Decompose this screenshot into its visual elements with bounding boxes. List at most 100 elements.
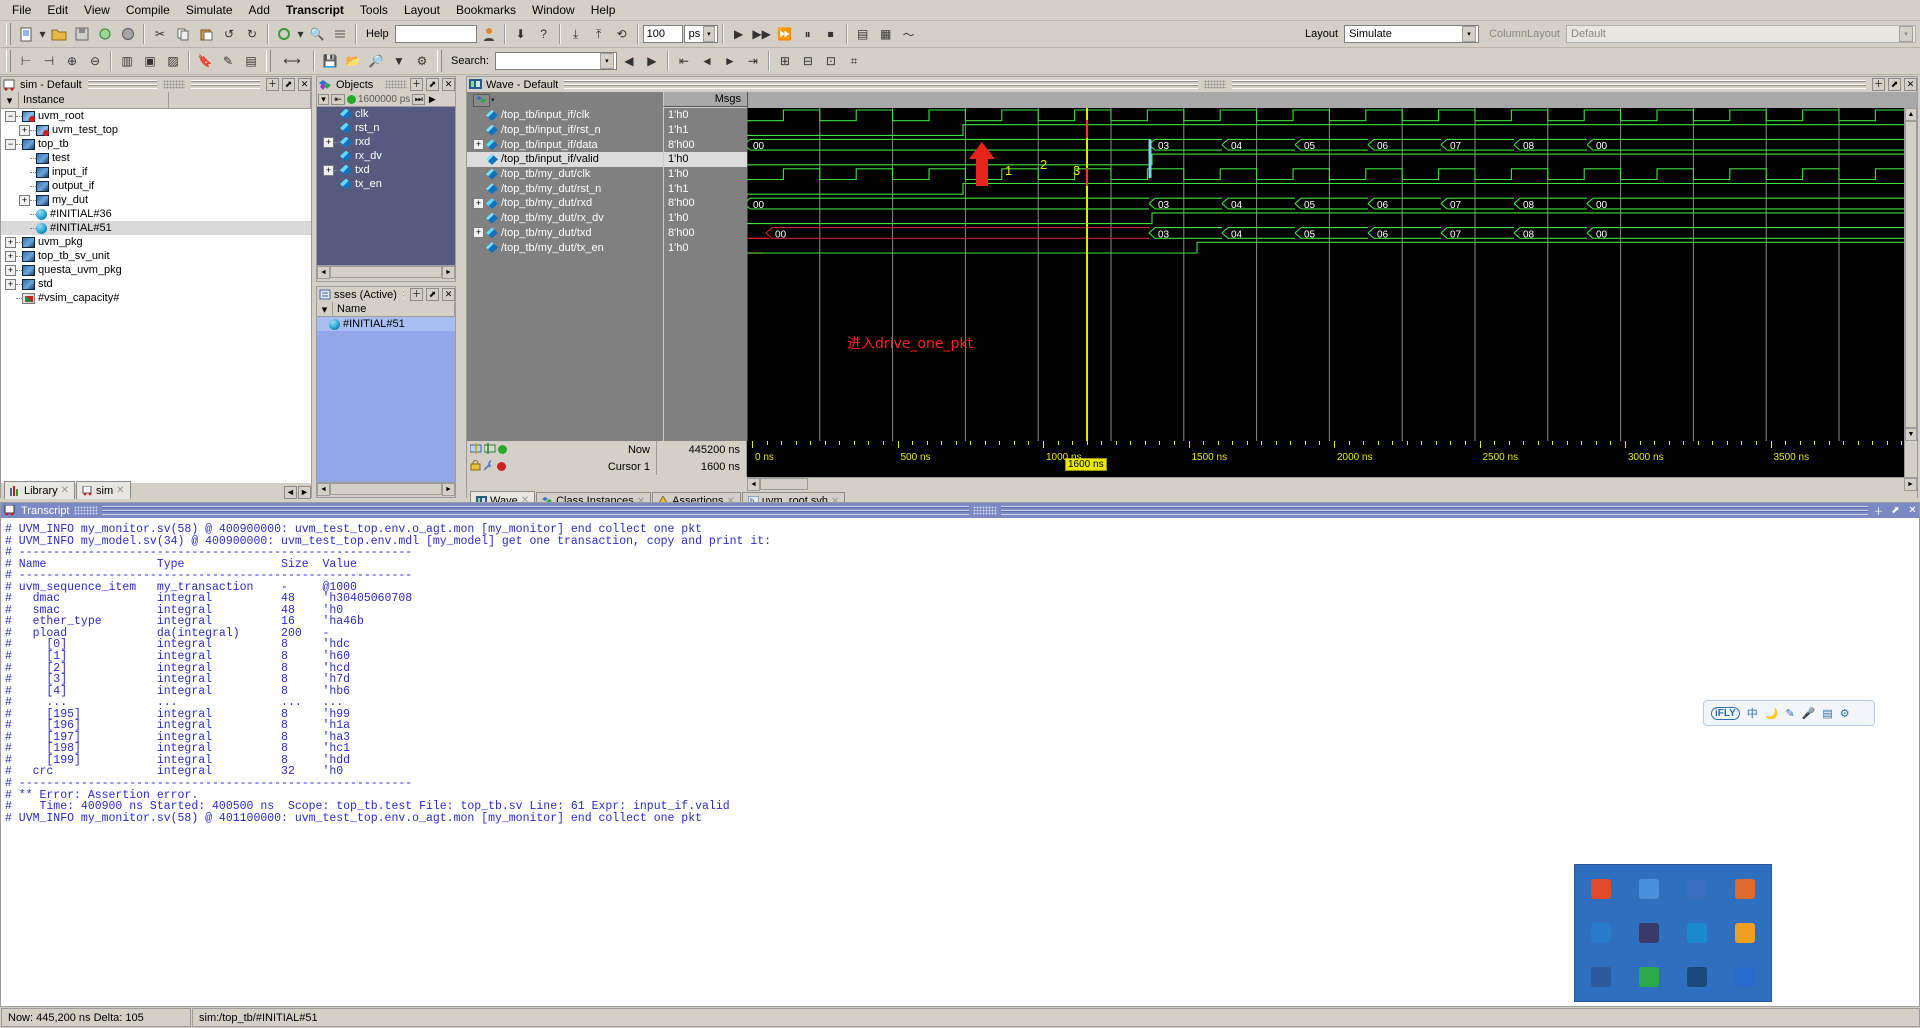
search-prev-icon[interactable]: ◀ bbox=[618, 50, 640, 72]
processes-list[interactable]: #INITIAL#51 bbox=[317, 317, 455, 482]
processes-list-item[interactable]: #INITIAL#51 bbox=[317, 317, 455, 331]
processes-hscrollbar[interactable]: ◄ ► bbox=[317, 482, 455, 495]
tab-sim-close-icon[interactable]: ✕ bbox=[116, 485, 124, 496]
wave-time-ruler[interactable]: 1600 ns 0 ns500 ns1000 ns1500 ns2000 ns2… bbox=[747, 441, 1904, 477]
sim-tree-item[interactable]: input_if bbox=[1, 165, 311, 179]
annotate-icon[interactable]: ✎ bbox=[217, 50, 239, 72]
objects-panel-float-icon[interactable]: ⬈ bbox=[426, 78, 439, 91]
insert-icon[interactable]: ▣ bbox=[139, 50, 161, 72]
simulate-icon[interactable] bbox=[273, 23, 295, 45]
menu-item-layout[interactable]: Layout bbox=[396, 1, 448, 19]
transcript-dock-icon[interactable]: ＋ bbox=[1872, 504, 1885, 517]
wave-cursor-icon[interactable]: ⊢ bbox=[15, 50, 37, 72]
help-input[interactable] bbox=[395, 25, 477, 43]
open-folder-icon[interactable] bbox=[48, 23, 70, 45]
download-icon[interactable]: ⬇ bbox=[510, 23, 532, 45]
save-icon[interactable] bbox=[71, 23, 93, 45]
objects-hscroll-left-icon[interactable]: ◄ bbox=[317, 266, 330, 279]
objects-play-icon[interactable]: ▶ bbox=[427, 94, 437, 105]
wave-vscroll-down-icon[interactable]: ▼ bbox=[1905, 428, 1917, 441]
menu-item-help[interactable]: Help bbox=[583, 1, 624, 19]
transcript-close-icon[interactable]: ✕ bbox=[1906, 504, 1919, 517]
tree-twisty-plus-icon[interactable]: + bbox=[5, 265, 16, 276]
sim-column-extra[interactable] bbox=[169, 92, 311, 108]
menu-item-add[interactable]: Add bbox=[241, 1, 278, 19]
objects-list-item[interactable]: +txd bbox=[317, 163, 455, 177]
objects-hscrollbar[interactable]: ◄ ► bbox=[317, 265, 455, 278]
wave-twisty-plus-icon[interactable]: + bbox=[473, 227, 484, 238]
wave-signal-names[interactable]: /top_tb/input_if/clk/top_tb/input_if/rst… bbox=[467, 108, 663, 441]
cursor-lock-indicator-icon[interactable] bbox=[498, 445, 507, 454]
redo-icon[interactable]: ↻ bbox=[241, 23, 263, 45]
objects-goto-icon[interactable]: ⇤ bbox=[331, 94, 345, 105]
wrench-icon[interactable] bbox=[483, 460, 495, 474]
step-over-icon[interactable]: ⤒ bbox=[588, 23, 610, 45]
help-person-icon[interactable] bbox=[478, 23, 500, 45]
menu-item-bookmarks[interactable]: Bookmarks bbox=[448, 1, 524, 19]
tree-twisty-plus-icon[interactable]: + bbox=[5, 279, 16, 290]
sim-tree-item[interactable]: +top_tb_sv_unit bbox=[1, 249, 311, 263]
objects-next-icon[interactable]: ⏭ bbox=[412, 94, 425, 105]
sim-tree-item[interactable]: #INITIAL#36 bbox=[1, 207, 311, 221]
simulate-dropdown-icon[interactable]: ▾ bbox=[296, 23, 305, 45]
sim-panel-dock-icon[interactable]: ＋ bbox=[266, 78, 279, 91]
objects-list-item[interactable]: rst_n bbox=[317, 121, 455, 135]
objects-hscroll-right-icon[interactable]: ► bbox=[442, 266, 455, 279]
sim-instance-tree[interactable]: −uvm_root+uvm_test_top−top_tbtestinput_i… bbox=[1, 109, 311, 483]
objects-signal-list[interactable]: clkrst_n+rxdrx_dv+txdtx_en bbox=[317, 107, 455, 265]
grid-icon[interactable]: ▥ bbox=[116, 50, 138, 72]
tree-twisty-minus-icon[interactable]: − bbox=[5, 111, 16, 122]
wave-vscroll-thumb[interactable] bbox=[1905, 121, 1917, 428]
wave-panel-float-icon[interactable]: ⬈ bbox=[1888, 78, 1901, 91]
objects-panel-close-icon[interactable]: ✕ bbox=[442, 78, 455, 91]
tree-twisty-minus-icon[interactable]: − bbox=[5, 139, 16, 150]
search-next-icon[interactable]: ▶ bbox=[641, 50, 663, 72]
objects-panel-dots[interactable] bbox=[385, 80, 407, 89]
report-icon[interactable]: ▤ bbox=[240, 50, 262, 72]
wave-signal-row[interactable]: /top_tb/my_dut/rx_dv bbox=[467, 211, 663, 226]
objects-list-item[interactable]: clk bbox=[317, 107, 455, 121]
columnlayout-combo[interactable]: Default ▾ bbox=[1566, 25, 1916, 43]
sim-tree-item[interactable]: +questa_uvm_pkg bbox=[1, 263, 311, 277]
new-file-icon[interactable] bbox=[15, 23, 37, 45]
wave-signal-row[interactable]: /top_tb/my_dut/clk bbox=[467, 167, 663, 182]
menu-item-window[interactable]: Window bbox=[524, 1, 583, 19]
paste-icon[interactable] bbox=[195, 23, 217, 45]
sim-tree-item[interactable]: output_if bbox=[1, 179, 311, 193]
continue-icon[interactable]: ⏩ bbox=[774, 23, 796, 45]
transcript-float-icon[interactable]: ⬈ bbox=[1889, 504, 1902, 517]
list-icon[interactable] bbox=[329, 23, 351, 45]
sim-tree-item[interactable]: +uvm_pkg bbox=[1, 235, 311, 249]
stop-icon[interactable]: ⏹ bbox=[820, 23, 842, 45]
search-combo[interactable]: ▾ bbox=[495, 52, 617, 70]
wave-signal-row[interactable]: +/top_tb/my_dut/rxd bbox=[467, 196, 663, 211]
launcher-app-icon[interactable] bbox=[1626, 868, 1672, 910]
transcript-dots-2[interactable] bbox=[973, 506, 997, 515]
launcher-app-icon[interactable] bbox=[1626, 912, 1672, 954]
transcript-grip-2[interactable] bbox=[1001, 506, 1868, 515]
wave-objects-chevron-icon[interactable]: ▾ bbox=[491, 96, 495, 104]
processes-panel-grip[interactable] bbox=[403, 290, 404, 299]
moon-icon[interactable]: 🌙 bbox=[1765, 707, 1779, 720]
wave-hscroll-thumb[interactable] bbox=[760, 478, 808, 490]
sim-tree-item[interactable]: test bbox=[1, 151, 311, 165]
sim-tab-scroll-right-icon[interactable]: ► bbox=[298, 486, 311, 499]
sim-panel-grip-2[interactable] bbox=[191, 80, 260, 89]
objects-list-item[interactable]: tx_en bbox=[317, 177, 455, 191]
objects-filter-icon[interactable]: ▾ bbox=[318, 94, 329, 105]
cursor-first-icon[interactable]: ⇤ bbox=[673, 50, 695, 72]
tree-twisty-plus-icon[interactable]: + bbox=[19, 195, 30, 206]
processes-sort-icon[interactable]: ▾ bbox=[317, 302, 333, 316]
menu-item-view[interactable]: View bbox=[76, 1, 118, 19]
layout-combo[interactable]: Simulate ▾ bbox=[1344, 25, 1479, 43]
ime-lang-toggle[interactable]: 中 bbox=[1747, 705, 1758, 721]
wave-vscroll-up-icon[interactable]: ▲ bbox=[1905, 108, 1917, 121]
objects-twisty-plus-icon[interactable]: + bbox=[323, 137, 334, 148]
break-icon[interactable]: ⏸ bbox=[797, 23, 819, 45]
toolbar-grip-3[interactable] bbox=[266, 50, 271, 72]
question-icon[interactable]: ? bbox=[533, 23, 555, 45]
wave-collapse-icon[interactable]: ⊖ bbox=[84, 50, 106, 72]
mic-icon[interactable]: 🎤 bbox=[1802, 707, 1816, 720]
wave-canvas[interactable]: 0003040506070800000304050607080000030405… bbox=[747, 108, 1904, 441]
wave-find-icon[interactable]: 🔎 bbox=[365, 50, 387, 72]
